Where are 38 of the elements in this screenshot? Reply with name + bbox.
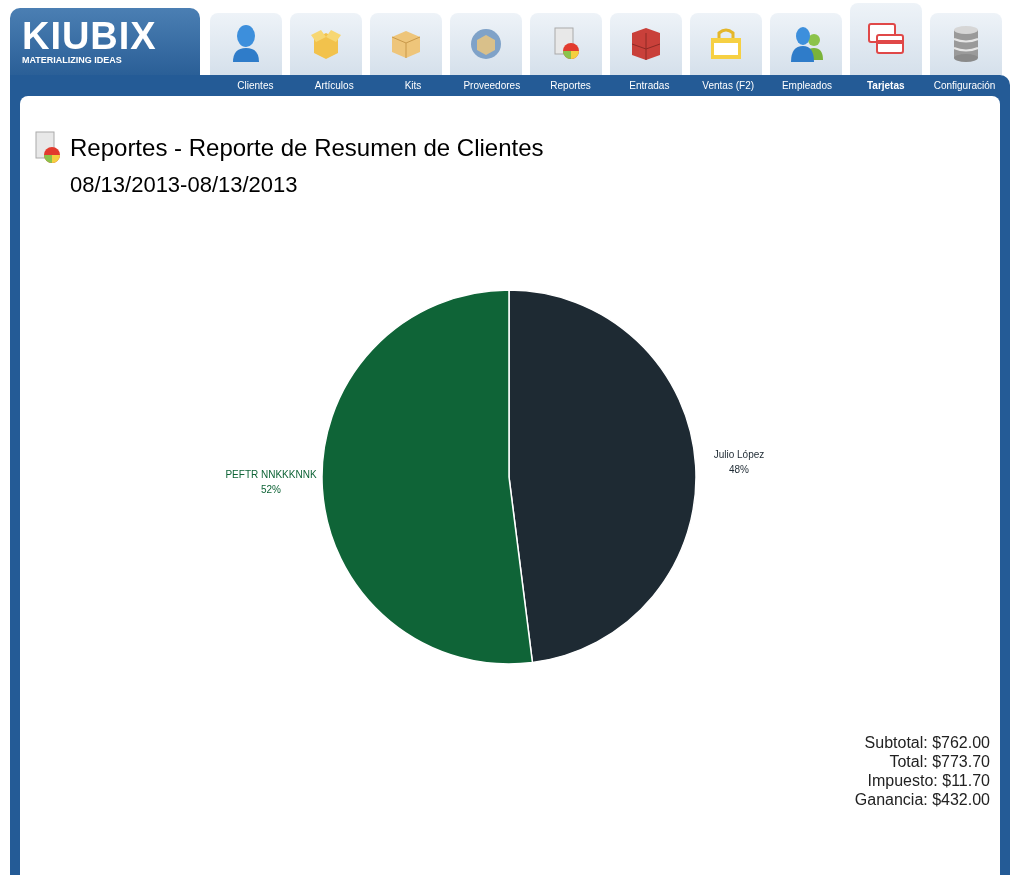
box-cycle-icon	[469, 26, 503, 62]
report-chart-icon	[32, 130, 62, 166]
report-chart-icon	[551, 26, 581, 62]
total-line: Impuesto: $11.70	[867, 771, 990, 790]
tab-icon-area[interactable]	[450, 13, 522, 75]
open-box-icon	[309, 27, 343, 61]
tab-icon-area[interactable]	[850, 3, 922, 75]
slice-label: PEFTR NNKKKNNK	[225, 468, 317, 482]
tab-label[interactable]: Entradas	[614, 75, 685, 96]
tab-label[interactable]: Tarjetas	[850, 75, 922, 96]
tab-label[interactable]: Artículos	[298, 75, 370, 96]
slice-label: Julio López	[713, 448, 765, 462]
tab-icon-area[interactable]	[210, 13, 282, 75]
total-line: Ganancia: $432.00	[854, 790, 990, 809]
logo-wordmark: KIUBIX	[22, 17, 158, 54]
people-icon	[788, 24, 824, 64]
date-range: 08/13/2013-08/13/2013	[70, 171, 299, 199]
cards-icon	[867, 22, 905, 56]
total-line: Total: $773.70	[889, 752, 990, 771]
report-title: Reportes - Reporte de Resumen de Clientes	[70, 133, 544, 163]
tab-label[interactable]: Clientes	[220, 75, 291, 96]
slice-percent: 52%	[261, 483, 281, 497]
tab-icon-area[interactable]	[610, 13, 682, 75]
person-icon	[231, 24, 261, 64]
tab-label[interactable]: Configuración	[929, 75, 1000, 96]
tab-label[interactable]: Empleados	[771, 75, 843, 96]
shopping-bag-icon	[708, 27, 744, 61]
tab-icon-area[interactable]	[930, 13, 1002, 75]
tab-label[interactable]: Kits	[377, 75, 449, 96]
tab-icon-area[interactable]	[530, 13, 602, 75]
tab-label[interactable]: Proveedores	[456, 75, 528, 96]
total-line: Subtotal: $762.00	[864, 733, 990, 752]
tab-label[interactable]: Reportes	[535, 75, 606, 96]
tab-icon-area[interactable]	[770, 13, 842, 75]
slice-percent: 48%	[729, 463, 749, 477]
logo-tagline: MATERIALIZING IDEAS	[22, 53, 123, 66]
database-icon	[951, 25, 981, 63]
tab-label[interactable]: Ventas (F2)	[692, 75, 764, 96]
